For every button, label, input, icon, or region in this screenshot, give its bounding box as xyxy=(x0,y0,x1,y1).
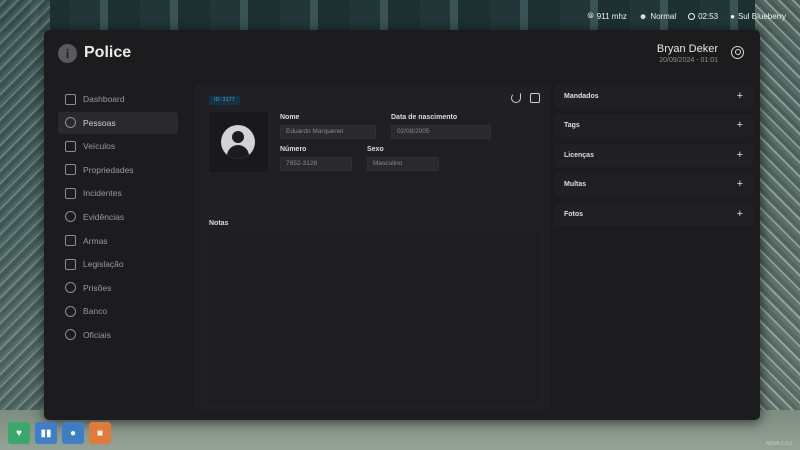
person-photo[interactable] xyxy=(209,112,268,172)
location-label: Sul Blueberry xyxy=(737,11,786,21)
user-profile-icon[interactable] xyxy=(731,46,744,59)
sidebar-item-label: Oficiais xyxy=(83,329,111,340)
sidebar-item-label: Pessoas xyxy=(83,117,116,128)
player-status-bar: ♥ ▮▮ ● ■ xyxy=(8,422,111,444)
plus-icon[interactable]: + xyxy=(737,90,743,102)
radio-indicator: ⦾ 911 mhz xyxy=(587,11,627,21)
sidebar-item-label: Veículos xyxy=(83,141,116,152)
officers-icon xyxy=(65,329,76,341)
hunger-food-icon: ■ xyxy=(89,422,111,444)
back-icon[interactable] xyxy=(511,93,521,103)
sidebar-item-prisoes[interactable]: Prisões xyxy=(58,277,178,299)
app-title: Police xyxy=(84,44,132,61)
gun-icon xyxy=(65,235,76,247)
sidebar-item-label: Dashboard xyxy=(83,94,125,104)
section-tags[interactable]: Tags + xyxy=(555,114,753,138)
tablet-header: i Police Bryan Deker 20/09/2024 - 01:01 xyxy=(44,30,760,80)
avatar-placeholder-icon xyxy=(221,125,255,159)
section-fotos[interactable]: Fotos + xyxy=(555,202,753,226)
time-label: 02:53 xyxy=(698,11,719,21)
dob-label: Data de nascimento xyxy=(391,114,458,121)
health-heart-icon: ♥ xyxy=(8,422,30,444)
version-watermark: NOVA 1.0.0 xyxy=(765,441,792,447)
section-licencas[interactable]: Licenças + xyxy=(555,143,753,167)
section-label: Mandados xyxy=(564,93,599,100)
plus-icon[interactable]: + xyxy=(737,178,743,190)
search-icon xyxy=(65,211,76,223)
right-panel: Mandados + Tags + Licenças + Multas + Fo… xyxy=(555,85,753,409)
sidebar-item-oficiais[interactable]: Oficiais xyxy=(58,324,178,346)
sidebar-item-label: Armas xyxy=(83,235,108,246)
user-circle-icon xyxy=(65,117,76,129)
sidebar-item-label: Legislação xyxy=(83,259,124,270)
section-multas[interactable]: Multas + xyxy=(555,173,753,197)
sidebar-item-propriedades[interactable]: Propriedades xyxy=(58,159,178,181)
status-indicator: ☻ Normal xyxy=(639,12,676,21)
name-field[interactable]: Eduardo Marquenel xyxy=(280,125,376,139)
sidebar-item-label: Banco xyxy=(83,306,108,317)
section-label: Licenças xyxy=(564,151,594,159)
card-toolbar xyxy=(511,93,540,103)
section-label: Multas xyxy=(564,181,587,189)
phone-field[interactable]: 7852-3128 xyxy=(280,157,352,171)
phone-label: Número xyxy=(280,146,307,153)
name-label: Nome xyxy=(280,114,300,121)
sidebar-item-evidencias[interactable]: Evidências xyxy=(58,206,178,228)
notes-textarea[interactable] xyxy=(209,233,540,403)
section-label: Tags xyxy=(564,122,580,130)
scale-icon xyxy=(65,258,76,270)
id-badge: ID: 3177 xyxy=(209,96,240,105)
thirst-drop-icon: ● xyxy=(62,422,84,444)
sidebar-item-label: Prisões xyxy=(83,282,112,293)
sidebar-item-armas[interactable]: Armas xyxy=(58,230,178,252)
user-name: Bryan Deker xyxy=(656,43,718,55)
sex-field[interactable]: Masculino xyxy=(367,157,439,171)
sidebar-item-label: Incidentes xyxy=(83,188,122,199)
clock-icon xyxy=(688,12,696,20)
sidebar-item-label: Propriedades xyxy=(83,164,134,175)
notes-label: Notas xyxy=(209,220,229,227)
plus-icon[interactable]: + xyxy=(737,208,743,220)
location-icon: ● xyxy=(730,11,735,21)
section-label: Fotos xyxy=(564,210,584,218)
location-indicator: ● Sul Blueberry xyxy=(730,12,786,21)
sidebar-item-banco[interactable]: Banco xyxy=(58,300,178,322)
time-indicator: 02:53 xyxy=(688,12,718,21)
sidebar-item-dashboard[interactable]: Dashboard xyxy=(58,88,178,110)
armor-vest-icon: ▮▮ xyxy=(35,422,57,444)
money-icon xyxy=(65,305,76,317)
sex-label: Sexo xyxy=(367,146,384,153)
plus-icon[interactable]: + xyxy=(737,119,743,131)
section-mandados[interactable]: Mandados + xyxy=(555,85,753,108)
sidebar-item-incidentes[interactable]: Incidentes xyxy=(58,182,178,204)
top-hud: ⦾ 911 mhz ☻ Normal 02:53 ● Sul Blueberry xyxy=(587,9,786,23)
home-icon xyxy=(65,93,76,105)
background-scene-left xyxy=(0,0,50,450)
sidebar-item-veiculos[interactable]: Veículos xyxy=(58,135,178,157)
person-detail-card: ID: 3177 Nome Eduardo Marquenel Data de … xyxy=(195,85,550,409)
handcuffs-icon xyxy=(65,282,76,294)
sidebar-item-pessoas[interactable]: Pessoas xyxy=(58,111,178,134)
house-icon xyxy=(65,164,76,176)
user-date: 20/09/2024 - 01:01 xyxy=(659,57,718,64)
warning-icon xyxy=(65,187,76,199)
background-scene-right xyxy=(755,0,800,450)
dob-field[interactable]: 02/08/2005 xyxy=(391,125,491,139)
person-icon: ☻ xyxy=(638,11,648,21)
car-icon xyxy=(65,140,76,152)
sidebar-item-legislacao[interactable]: Legislação xyxy=(58,253,178,275)
save-icon[interactable] xyxy=(530,93,540,103)
police-logo-icon: i xyxy=(58,44,77,63)
status-label: Normal xyxy=(650,11,677,21)
radio-label: 911 mhz xyxy=(596,11,627,21)
police-tablet: i Police Bryan Deker 20/09/2024 - 01:01 … xyxy=(44,30,760,420)
radio-icon: ⦾ xyxy=(587,11,594,20)
plus-icon[interactable]: + xyxy=(737,149,743,161)
sidebar-nav: Dashboard Pessoas Veículos Propriedades … xyxy=(58,88,178,348)
sidebar-item-label: Evidências xyxy=(83,211,125,222)
